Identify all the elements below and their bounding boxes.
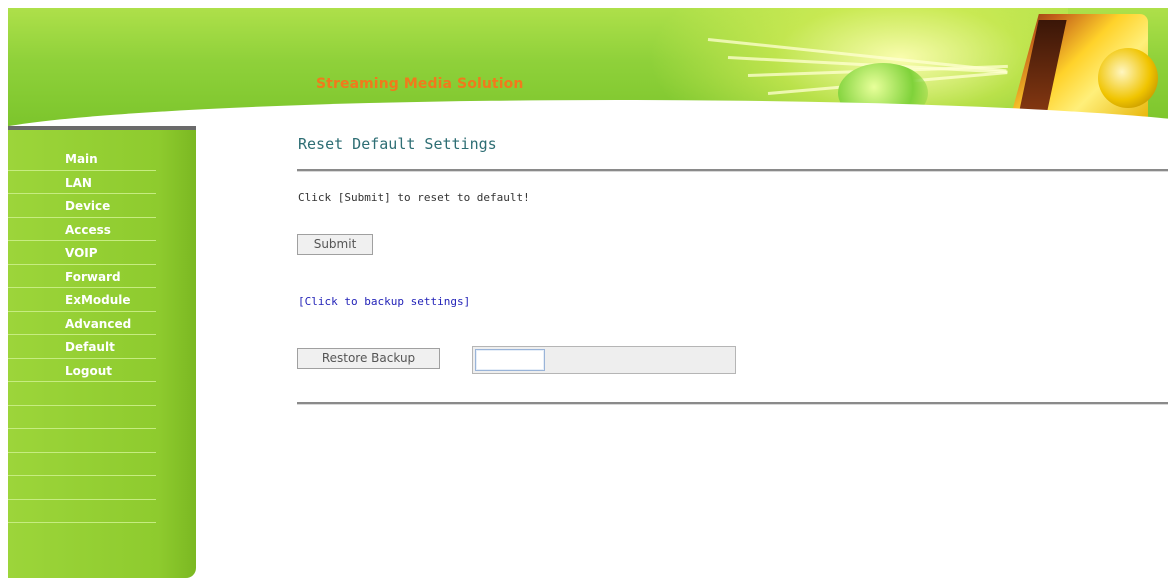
sidebar-item-label[interactable]: Logout (65, 364, 112, 378)
page-title: Reset Default Settings (298, 135, 497, 153)
sidebar-item-label[interactable]: Main (65, 152, 98, 166)
sidebar-item-forward[interactable]: Forward (8, 265, 156, 288)
sidebar-item-label[interactable]: LAN (65, 176, 92, 190)
title-divider (297, 169, 1168, 172)
header-banner (8, 8, 1168, 126)
sidebar-item-access[interactable]: Access (8, 218, 156, 241)
sidebar-item-lan[interactable]: LAN (8, 171, 156, 194)
sidebar-item-label[interactable]: Default (65, 340, 115, 354)
sidebar-empty-row (8, 382, 156, 406)
sidebar-empty-row (8, 406, 156, 429)
sidebar-item-main[interactable]: Main (8, 147, 156, 171)
sidebar-empty-row (8, 476, 156, 500)
banner-decoration (1098, 48, 1158, 108)
sidebar-item-voip[interactable]: VOIP (8, 241, 156, 265)
sidebar-empty-row (8, 453, 156, 476)
sidebar-item-default[interactable]: Default (8, 335, 156, 359)
sidebar-item-logout[interactable]: Logout (8, 359, 156, 382)
sidebar-nav: Main LAN Device Access VOIP Forward ExMo… (8, 147, 156, 523)
sidebar-item-advanced[interactable]: Advanced (8, 312, 156, 335)
brand-title: Streaming Media Solution (316, 76, 524, 92)
sidebar-empty-row (8, 500, 156, 523)
sidebar-item-label[interactable]: VOIP (65, 246, 98, 260)
backup-settings-link[interactable]: [Click to backup settings] (298, 295, 470, 308)
sidebar-item-label[interactable]: Forward (65, 270, 121, 284)
sidebar-item-device[interactable]: Device (8, 194, 156, 218)
submit-button[interactable]: Submit (297, 234, 373, 255)
backup-file-input[interactable] (472, 346, 736, 374)
bottom-divider (297, 402, 1168, 405)
sidebar-top-divider (8, 126, 196, 130)
reset-instruction: Click [Submit] to reset to default! (298, 191, 530, 204)
sidebar-item-label[interactable]: Device (65, 199, 110, 213)
sidebar-item-label[interactable]: ExModule (65, 293, 131, 307)
file-browse-button[interactable] (475, 349, 545, 371)
sidebar-item-label[interactable]: Access (65, 223, 111, 237)
sidebar-item-exmodule[interactable]: ExModule (8, 288, 156, 312)
sidebar: Main LAN Device Access VOIP Forward ExMo… (8, 126, 196, 578)
sidebar-item-label[interactable]: Advanced (65, 317, 131, 331)
restore-backup-button[interactable]: Restore Backup (297, 348, 440, 369)
sidebar-empty-row (8, 429, 156, 453)
